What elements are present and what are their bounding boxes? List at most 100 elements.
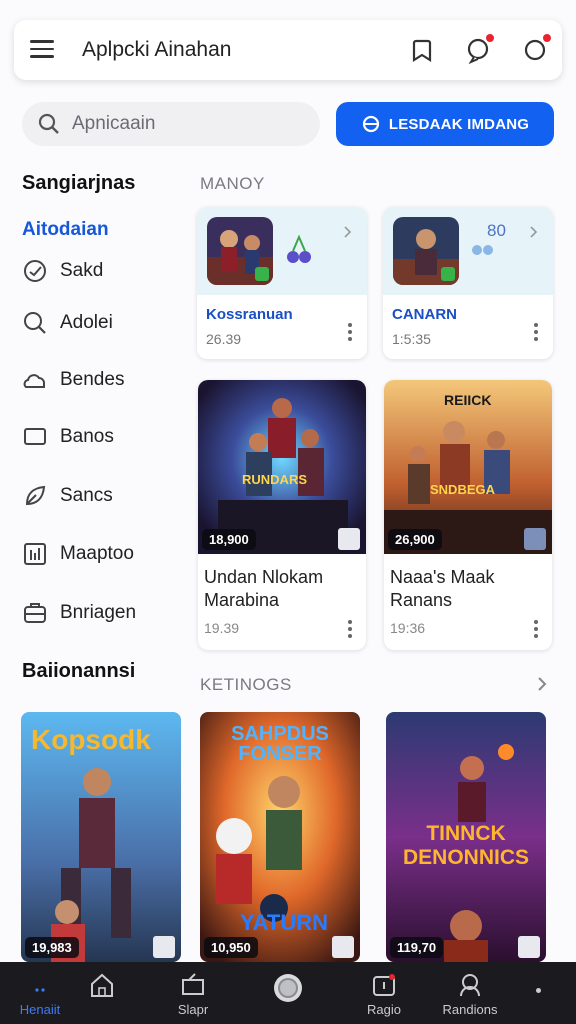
app-title: Aplpcki Ainahan [82, 38, 232, 61]
sidebar-item-banos[interactable]: Banos [22, 424, 114, 450]
nav-item-home-icon[interactable] [62, 972, 142, 1002]
nav-item-randions[interactable]: Randions [430, 972, 510, 1017]
more-options-icon[interactable] [348, 620, 352, 641]
notification-badge [541, 32, 553, 44]
share-icon[interactable] [338, 528, 360, 550]
poster-subtitle: YATURN [240, 910, 329, 935]
sidebar-heading: Sangiarjnas [22, 172, 136, 194]
window-icon [24, 428, 46, 445]
alert-icon[interactable] [521, 32, 553, 64]
sidebar-bottom-heading: Baiionannsi [22, 660, 136, 682]
game-meta: 19.39 [204, 620, 240, 636]
sidebar-item-maaptoo[interactable]: Maaptoo [22, 541, 134, 567]
calendar-icon [373, 974, 395, 996]
app-thumbnail [207, 217, 273, 285]
sidebar-item-label: Sakd [60, 260, 104, 281]
app-card[interactable]: 80 CANARN 1:5:35 [383, 207, 553, 359]
artwork-text: SNDBEGA [430, 482, 496, 497]
sidebar-item-label: Banos [60, 426, 114, 447]
app-thumbnail [393, 217, 459, 285]
poster-title: Kopsodk [31, 724, 151, 755]
nav-item-center[interactable] [248, 972, 328, 1008]
cloud-icon [23, 374, 45, 388]
app-name: Kossranuan [206, 306, 293, 323]
chevron-right-icon[interactable] [529, 225, 539, 239]
bookmark-icon[interactable] [408, 36, 436, 64]
app-meta: 26.39 [206, 331, 242, 347]
app-meta: 1:5:35 [392, 331, 431, 347]
notification-badge [484, 32, 496, 44]
poster-title: SAHPDUS FONSER [231, 723, 329, 765]
circle-button-icon [274, 974, 302, 1002]
inbox-icon [182, 973, 204, 995]
chevron-right-icon[interactable] [535, 676, 549, 692]
sidebar-item-label: Maaptoo [60, 543, 134, 564]
sidebar-item-active[interactable]: Aitodaian [22, 219, 109, 241]
briefcase-icon [24, 603, 46, 623]
price-tag: 19,983 [25, 937, 79, 958]
profile-icon [460, 974, 480, 997]
game-card[interactable]: REIICK SNDBEGA 26,900 Naaa's Maak Ranans… [384, 380, 552, 650]
app-card[interactable]: Kossranuan 26.39 [197, 207, 367, 359]
poster-card[interactable]: SAHPDUS FONSER YATURN 10,950 [200, 712, 360, 962]
search-icon [38, 113, 59, 134]
game-title: Naaa's Maak Ranans [390, 567, 495, 610]
check-circle-icon [24, 260, 46, 282]
sidebar-item-adolei[interactable]: Adolei [22, 310, 113, 336]
dots-icon [35, 988, 45, 992]
price-tag: 10,950 [204, 937, 258, 958]
nav-label: Ragio [367, 1002, 401, 1017]
menu-icon[interactable] [30, 40, 54, 60]
dots-icon [472, 245, 493, 255]
search-icon [24, 312, 46, 334]
section-label-bottom[interactable]: KETINOGS [200, 675, 292, 695]
top-app-bar: Aplpcki Ainahan [14, 20, 562, 80]
game-artwork: REIICK SNDBEGA 26,900 [384, 380, 552, 554]
chat-icon[interactable] [464, 32, 496, 65]
sidebar-item-label: Adolei [60, 312, 113, 333]
app-counter: 80 [487, 221, 506, 240]
overflow-dot[interactable] [536, 988, 541, 993]
search-input[interactable] [72, 110, 302, 138]
poster-card[interactable]: TINNCK DENONNICS 119,70 [386, 712, 546, 962]
share-icon[interactable] [332, 936, 354, 958]
home-icon [91, 973, 113, 997]
more-options-icon[interactable] [534, 620, 538, 641]
chart-icon [24, 543, 46, 565]
nav-label: Henaiit [19, 1002, 61, 1017]
share-icon[interactable] [518, 936, 540, 958]
sidebar-item-label: Sancs [60, 485, 113, 506]
primary-action-label: LESDAAK IMDANG [388, 115, 530, 133]
sidebar-item-bnriagen[interactable]: Bnriagen [22, 600, 136, 626]
sidebar-item-label: Bnriagen [60, 602, 137, 623]
chevron-right-icon[interactable] [343, 225, 353, 239]
nav-item-slapr[interactable]: Slapr [153, 972, 233, 1017]
artwork-banner: REIICK [444, 392, 492, 408]
poster-title: TINNCK DENONNICS [402, 822, 529, 869]
artwork-text: RUNDARS [242, 472, 307, 487]
berries-icon [287, 234, 311, 263]
more-options-icon[interactable] [534, 323, 538, 344]
game-card[interactable]: RUNDARS 18,900 Undan Nlokam Marabina 19.… [198, 380, 366, 650]
sidebar-item-sancs[interactable]: Sancs [22, 483, 113, 509]
nav-item-ragio[interactable]: Ragio [344, 972, 424, 1017]
search-bar [22, 102, 320, 146]
poster-card[interactable]: Kopsodk 19,983 [21, 712, 181, 962]
nav-label: Randions [442, 1002, 498, 1017]
leaf-icon [25, 485, 46, 506]
refresh-icon [362, 115, 379, 133]
price-tag: 26,900 [388, 529, 442, 550]
sidebar-item-bendes[interactable]: Bendes [22, 367, 124, 393]
share-icon[interactable] [153, 936, 175, 958]
game-meta: 19:36 [390, 620, 426, 636]
game-title: Undan Nlokam Marabina [204, 567, 324, 610]
sidebar-item-sakd[interactable]: Sakd [22, 258, 103, 284]
section-label-top: MANOY [200, 174, 265, 193]
bottom-navigation: Henaiit Slapr Ragio Randions [0, 962, 576, 1024]
primary-action-button[interactable]: LESDAAK IMDANG [336, 102, 554, 146]
price-tag: 119,70 [390, 937, 444, 958]
more-options-icon[interactable] [348, 323, 352, 344]
share-icon[interactable] [524, 528, 546, 550]
game-artwork: RUNDARS 18,900 [198, 380, 366, 554]
sidebar-item-label: Bendes [60, 369, 125, 390]
